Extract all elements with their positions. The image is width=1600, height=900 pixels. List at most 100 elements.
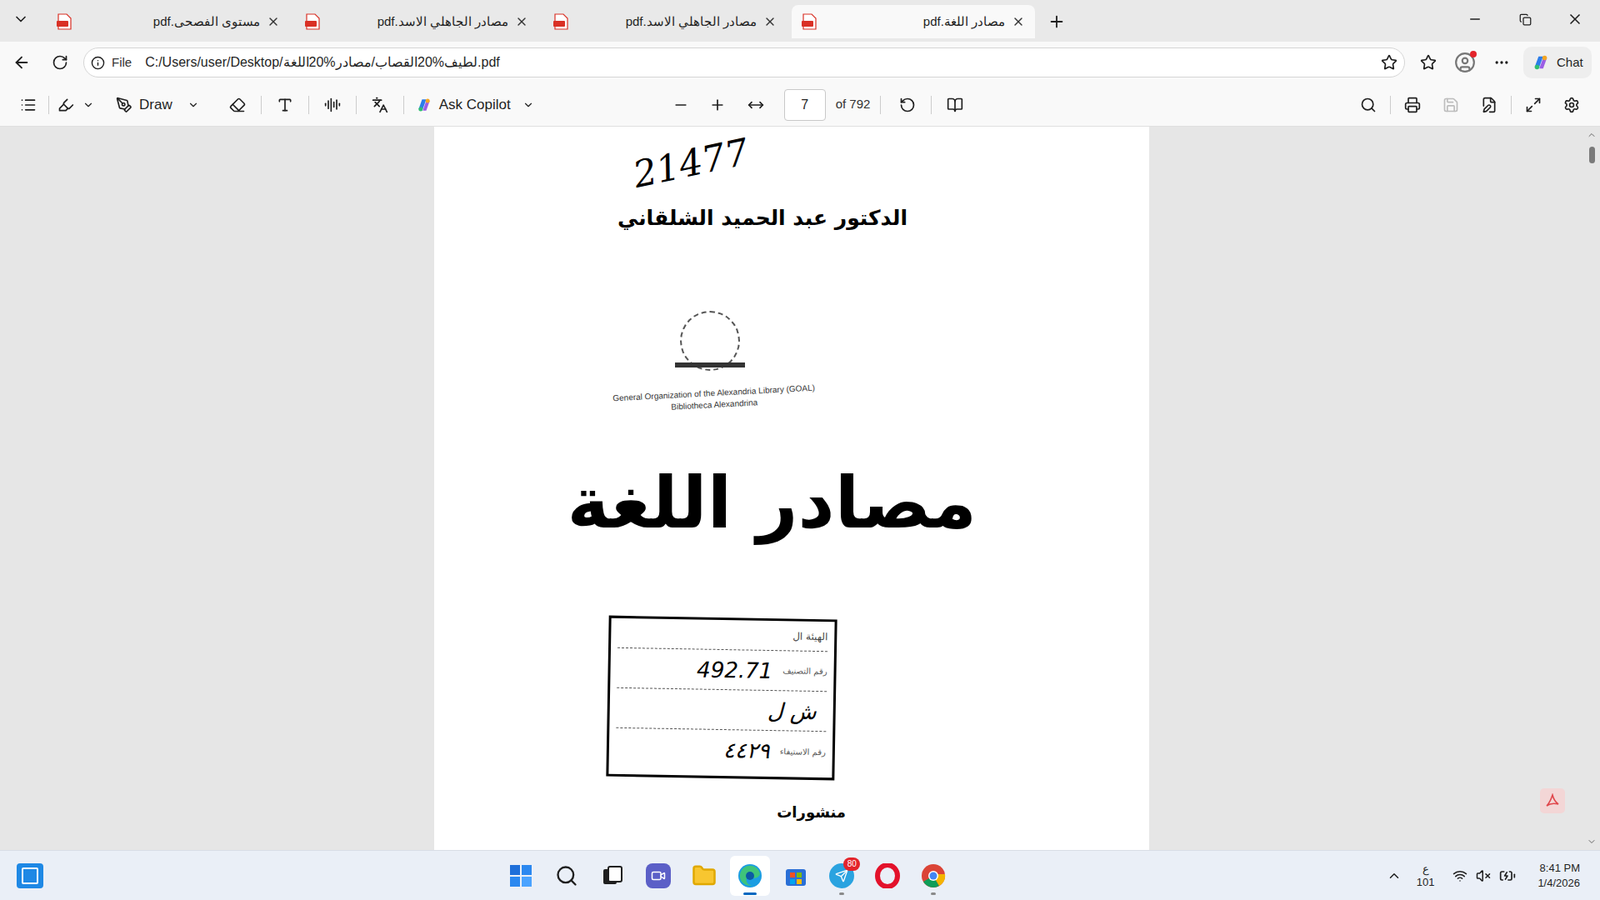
fit-width-icon bbox=[747, 96, 765, 114]
taskbar-app[interactable] bbox=[638, 855, 679, 896]
refresh-button[interactable] bbox=[43, 45, 77, 80]
vertical-scrollbar[interactable] bbox=[1583, 126, 1600, 850]
profile-button[interactable] bbox=[1448, 45, 1482, 80]
address-field[interactable]: FileC:/Users/user/Desktop/لطيف%20القصاب/… bbox=[83, 47, 1405, 78]
handwritten-number: 21477 bbox=[627, 126, 755, 205]
tab-actions-button[interactable] bbox=[0, 0, 42, 39]
save-button bbox=[1434, 88, 1468, 122]
input-indicator[interactable]: ع101 bbox=[1413, 862, 1439, 890]
scroll-up-icon[interactable] bbox=[1586, 130, 1597, 140]
taskbar-app[interactable] bbox=[592, 855, 633, 896]
scheme-label: File bbox=[111, 53, 132, 73]
pdf-toolbar: Draw Ask Copilot 7 of 792 bbox=[0, 83, 1600, 127]
taskbar-app[interactable] bbox=[546, 855, 587, 896]
translate-button[interactable] bbox=[363, 88, 397, 122]
draw-button[interactable]: Draw bbox=[109, 88, 206, 122]
chevron-down-icon bbox=[12, 10, 30, 28]
taskbar-app[interactable] bbox=[775, 855, 816, 896]
notification-dot bbox=[1470, 50, 1477, 58]
more-button[interactable] bbox=[1485, 45, 1519, 80]
taskbar-app[interactable] bbox=[730, 855, 770, 896]
acrobat-button[interactable] bbox=[1540, 788, 1565, 814]
running-indicator bbox=[743, 892, 757, 895]
copilot-icon bbox=[415, 96, 433, 114]
refresh-icon bbox=[51, 54, 69, 71]
favorite-star-icon[interactable] bbox=[1380, 54, 1398, 71]
restore-icon bbox=[1519, 13, 1532, 26]
printer-icon bbox=[1404, 96, 1421, 114]
zoom-in-icon bbox=[709, 96, 726, 114]
catalog-stamp: الهيئة الرقم التصنيف492.71ش لرقم الاستيف… bbox=[605, 615, 837, 781]
close-tab-icon[interactable] bbox=[763, 15, 777, 29]
zoom-in-button[interactable] bbox=[700, 88, 735, 122]
scroll-thumb[interactable] bbox=[1589, 146, 1595, 164]
read-aloud-icon bbox=[324, 96, 341, 114]
favorites-button[interactable] bbox=[1411, 45, 1445, 80]
two-page-icon bbox=[946, 96, 964, 114]
browser-tab[interactable]: مستوى الفصحى.pdf bbox=[46, 5, 290, 39]
muted-speaker-icon bbox=[1475, 868, 1491, 884]
pdf-file-icon bbox=[801, 13, 817, 30]
page-view-button[interactable] bbox=[938, 88, 972, 122]
show-hidden-icons-icon[interactable] bbox=[1386, 868, 1402, 884]
library-stamp: General Organization of the Alexandria L… bbox=[588, 380, 840, 418]
task-view-icon bbox=[600, 864, 625, 888]
widgets-button[interactable] bbox=[16, 863, 44, 889]
erase-button[interactable] bbox=[220, 88, 255, 122]
pdf-viewer: 21477الدكتور عبد الحميد الشلقانيGeneral … bbox=[0, 126, 1600, 850]
clock[interactable]: 8:41 PM1/4/2026 bbox=[1530, 860, 1584, 891]
desktop: مستوى الفصحى.pdfمصادر الجاهلي الاسد.pdfم… bbox=[0, 0, 1600, 900]
search-icon bbox=[1360, 96, 1377, 114]
back-button[interactable] bbox=[5, 45, 39, 80]
quick-settings[interactable] bbox=[1449, 867, 1520, 885]
close-tab-icon[interactable] bbox=[515, 15, 529, 29]
page-number-field[interactable]: 7 bbox=[784, 89, 826, 121]
read-aloud-button[interactable] bbox=[315, 88, 350, 122]
restore-button[interactable] bbox=[1500, 0, 1550, 39]
close-window-button[interactable] bbox=[1550, 0, 1600, 39]
new-tab-button[interactable] bbox=[1040, 5, 1074, 39]
pdf-page: 21477الدكتور عبد الحميد الشلقانيGeneral … bbox=[434, 126, 1150, 850]
taskbar: 80 ع101 8:41 PM1/4/2026 bbox=[0, 850, 1600, 900]
chat-button[interactable]: Chat bbox=[1523, 46, 1592, 79]
minimize-button[interactable] bbox=[1450, 0, 1500, 39]
taskbar-app[interactable] bbox=[913, 855, 954, 896]
page-count: of 792 bbox=[835, 95, 871, 115]
browser-tab[interactable]: مصادر الجاهلي الاسد.pdf bbox=[295, 5, 539, 39]
contents-button[interactable] bbox=[11, 88, 45, 122]
book-title: مصادر اللغة bbox=[567, 444, 977, 562]
fullscreen-icon bbox=[1525, 96, 1542, 114]
scroll-down-icon[interactable] bbox=[1586, 836, 1597, 847]
highlight-button[interactable] bbox=[52, 88, 100, 122]
taskbar-app[interactable] bbox=[500, 855, 541, 896]
find-button[interactable] bbox=[1351, 88, 1385, 122]
settings-button[interactable] bbox=[1555, 88, 1589, 122]
ask-copilot-button[interactable]: Ask Copilot bbox=[410, 88, 540, 122]
rotate-button[interactable] bbox=[890, 88, 925, 122]
pdf-file-icon bbox=[56, 13, 72, 30]
close-tab-icon[interactable] bbox=[266, 15, 280, 29]
save-as-button[interactable] bbox=[1472, 88, 1506, 122]
save-as-icon bbox=[1480, 96, 1498, 114]
close-tab-icon[interactable] bbox=[1011, 15, 1025, 29]
pdf-file-icon bbox=[553, 13, 569, 30]
zoom-out-button[interactable] bbox=[664, 88, 698, 122]
tab-title: مصادر الجاهلي الاسد.pdf bbox=[326, 12, 509, 32]
text-box-icon bbox=[276, 96, 294, 114]
pdf-file-icon bbox=[305, 13, 320, 30]
fullscreen-button[interactable] bbox=[1516, 88, 1550, 122]
text-box-button[interactable] bbox=[268, 88, 302, 122]
print-button[interactable] bbox=[1395, 88, 1430, 122]
taskbar-app[interactable] bbox=[684, 855, 725, 896]
chrome-icon bbox=[920, 863, 946, 889]
store-icon bbox=[784, 864, 808, 888]
browser-tab[interactable]: مصادر الجاهلي الاسد.pdf bbox=[543, 5, 787, 39]
fit-width-button[interactable] bbox=[739, 88, 773, 122]
info-icon bbox=[90, 55, 105, 70]
taskbar-app[interactable] bbox=[867, 855, 908, 896]
browser-tab[interactable]: مصادر اللغة.pdf bbox=[791, 5, 1035, 39]
running-indicator bbox=[839, 892, 845, 895]
taskbar-app[interactable]: 80 bbox=[821, 855, 862, 896]
close-icon bbox=[1566, 10, 1584, 28]
chat-icon bbox=[645, 863, 671, 889]
